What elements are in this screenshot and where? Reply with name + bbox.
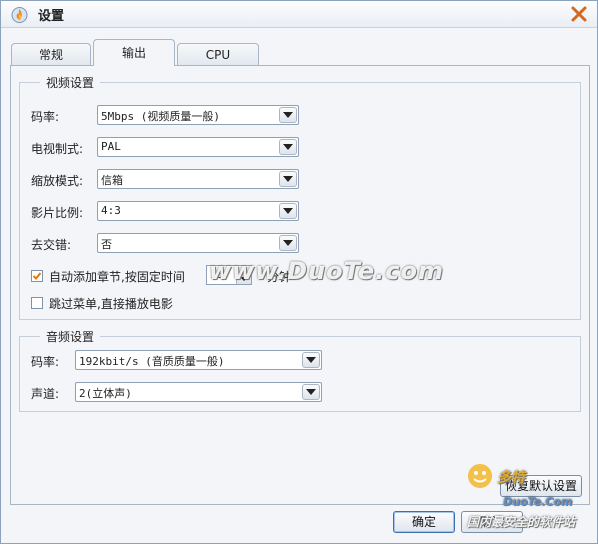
settings-window: 设置 常规 输出 CPU 视频设置 码率: 5Mbps (视频质量一般) 电视制…: [0, 0, 598, 544]
tv-system-label: 电视制式:: [31, 142, 84, 156]
interval-unit-label: 分钟: [267, 270, 292, 284]
ok-button[interactable]: 确定: [393, 511, 455, 533]
title-bar[interactable]: 设置: [1, 1, 597, 28]
audio-bitrate-value: 192kbit/s (音质质量一般): [79, 355, 225, 368]
tv-system-select[interactable]: PAL: [97, 137, 299, 157]
skip-menu-checkbox[interactable]: [31, 297, 43, 309]
video-bitrate-value: 5Mbps (视频质量一般): [101, 110, 220, 123]
zoom-mode-value: 信箱: [101, 174, 123, 187]
audio-settings-group: 音频设置 码率: 192kbit/s (音质质量一般) 声道: 2(立体声): [19, 328, 581, 412]
chapter-interval-spinner[interactable]: 15: [206, 265, 252, 285]
tab-output[interactable]: 输出: [93, 39, 175, 66]
fire-app-icon: [11, 6, 28, 23]
tab-cpu[interactable]: CPU: [177, 43, 259, 65]
skip-menu-label: 跳过菜单,直接播放电影: [49, 297, 173, 311]
deinterlace-label: 去交错:: [31, 238, 72, 252]
audio-bitrate-label: 码率:: [31, 355, 60, 369]
tab-general[interactable]: 常规: [11, 43, 91, 65]
chevron-down-icon[interactable]: [279, 139, 297, 155]
audio-bitrate-select[interactable]: 192kbit/s (音质质量一般): [75, 350, 322, 370]
chevron-down-icon[interactable]: [279, 171, 297, 187]
zoom-mode-select[interactable]: 信箱: [97, 169, 299, 189]
chevron-down-icon[interactable]: [279, 107, 297, 123]
close-icon[interactable]: [569, 4, 589, 24]
spin-arrows-icon[interactable]: [236, 266, 251, 284]
video-bitrate-label: 码率:: [31, 110, 60, 124]
tv-system-value: PAL: [101, 140, 121, 153]
video-settings-group: 视频设置 码率: 5Mbps (视频质量一般) 电视制式: PAL 缩放模式: …: [19, 74, 581, 320]
chevron-down-icon[interactable]: [302, 352, 320, 368]
chapter-interval-value: 15: [210, 268, 224, 281]
aspect-ratio-select[interactable]: 4:3: [97, 201, 299, 221]
output-panel: 视频设置 码率: 5Mbps (视频质量一般) 电视制式: PAL 缩放模式: …: [10, 65, 590, 505]
chevron-down-icon[interactable]: [302, 384, 320, 400]
video-bitrate-select[interactable]: 5Mbps (视频质量一般): [97, 105, 299, 125]
audio-group-title: 音频设置: [40, 328, 101, 345]
window-title: 设置: [38, 9, 65, 24]
zoom-mode-label: 缩放模式:: [31, 174, 84, 188]
aspect-ratio-value: 4:3: [101, 204, 121, 217]
aspect-ratio-label: 影片比例:: [31, 206, 84, 220]
channel-select[interactable]: 2(立体声): [75, 382, 322, 402]
chevron-down-icon[interactable]: [279, 235, 297, 251]
deinterlace-value: 否: [101, 238, 112, 251]
cancel-button[interactable]: 取消: [461, 511, 523, 533]
channel-value: 2(立体声): [79, 387, 132, 400]
restore-defaults-button[interactable]: 恢复默认设置: [500, 475, 582, 497]
auto-chapter-label: 自动添加章节,按固定时间: [49, 270, 185, 284]
chevron-down-icon[interactable]: [279, 203, 297, 219]
duote-logo-icon: [467, 463, 493, 489]
channel-label: 声道:: [31, 387, 60, 401]
auto-chapter-checkbox[interactable]: [31, 270, 43, 282]
video-group-title: 视频设置: [40, 74, 101, 91]
deinterlace-select[interactable]: 否: [97, 233, 299, 253]
